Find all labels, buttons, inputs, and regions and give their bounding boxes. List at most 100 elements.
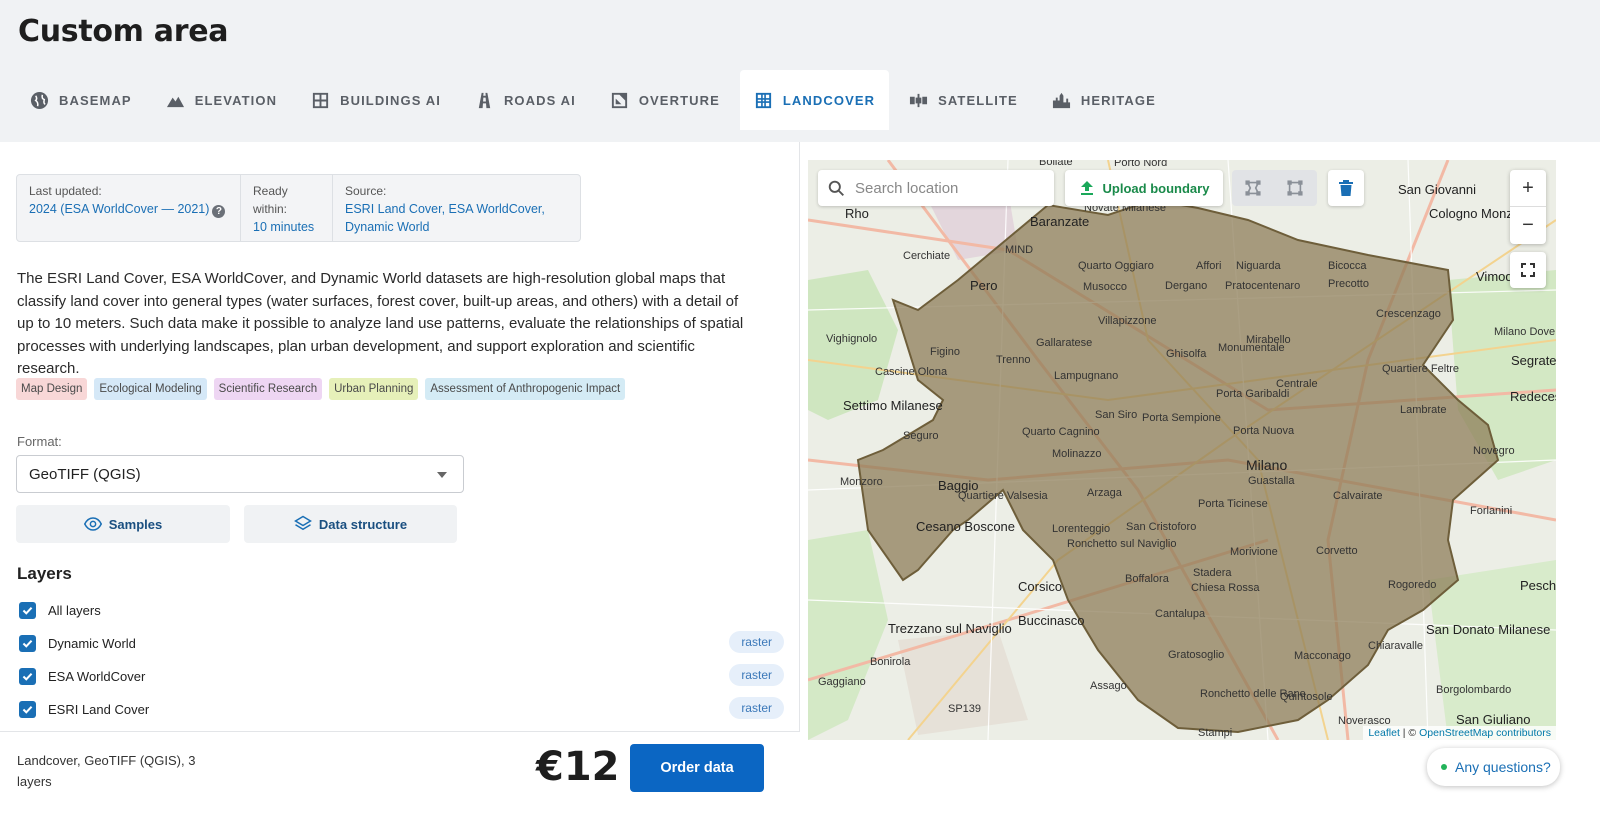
layer-name: ESA WorldCover	[48, 668, 146, 684]
online-status-dot	[1441, 764, 1447, 770]
zoom-out-button[interactable]: −	[1510, 207, 1546, 244]
tab-basemap[interactable]: BASEMAP	[16, 70, 146, 130]
check-icon	[22, 639, 33, 648]
map-label: Affori	[1196, 260, 1222, 272]
tab-label: ROADS AI	[503, 92, 576, 108]
map-label: Monzoro	[840, 476, 883, 488]
help-icon[interactable]: ?	[212, 205, 226, 218]
map-label: Seguro	[903, 430, 939, 442]
layer-checkbox[interactable]	[19, 700, 36, 718]
layer-checkbox[interactable]	[19, 667, 36, 685]
map-label: Quartiere Valsesia	[958, 490, 1048, 502]
fullscreen-icon	[1521, 263, 1535, 277]
overture-icon	[611, 92, 627, 108]
map-label: Crescenzago	[1376, 308, 1441, 320]
map-label: Porta Nuova	[1233, 425, 1295, 437]
map-label: San Donato Milanese	[1426, 622, 1551, 637]
last-updated-value: 2024 (ESA WorldCover — 2021)	[29, 202, 210, 216]
draw-polygon-button[interactable]	[1232, 170, 1274, 206]
map-label: San Giuliano	[1456, 712, 1531, 727]
map-label: Ronchetto sul Naviglio	[1067, 538, 1177, 550]
map-attribution: Leaflet | © OpenStreetMap contributors	[1363, 726, 1556, 740]
map-label: Peschiera	[1520, 578, 1556, 593]
leaflet-link[interactable]: Leaflet	[1368, 727, 1400, 739]
dataset-info-box: Last updated: 2024 (ESA WorldCover — 202…	[16, 174, 581, 242]
map-label: Gratosoglio	[1168, 649, 1225, 661]
format-select[interactable]: GeoTIFF (QGIS)	[16, 455, 464, 493]
map-label: Vighignolo	[826, 333, 878, 345]
osm-link[interactable]: OpenStreetMap contributors	[1419, 727, 1551, 739]
format-label: Format:	[17, 434, 62, 449]
source-label: Source:	[345, 184, 387, 198]
order-footer: Landcover, GeoTIFF (QGIS), 3 layers €12 …	[0, 731, 800, 815]
map-label: Ghisolfa	[1166, 348, 1207, 360]
order-data-button[interactable]: Order data	[630, 744, 764, 792]
tag: Ecological Modeling	[94, 378, 207, 400]
last-updated-label: Last updated:	[29, 184, 102, 198]
chat-button[interactable]: Any questions?	[1427, 748, 1560, 786]
map-view[interactable]: Bollate Porto Nord San Giovanni Rho Bara…	[808, 160, 1556, 740]
tag-list: Map Design Ecological Modeling Scientifi…	[16, 378, 626, 400]
tab-label: LANDCOVER	[782, 92, 876, 108]
map-label: Gallaratese	[1036, 337, 1093, 349]
ready-within: Ready within: 10 minutes	[241, 175, 333, 241]
trash-icon	[1339, 180, 1353, 196]
map-label: Porto Nord	[1114, 160, 1168, 169]
map-label: Lambrate	[1400, 404, 1447, 416]
delete-area-button[interactable]	[1328, 170, 1364, 206]
globe-icon	[30, 91, 49, 109]
ready-within-value: 10 minutes	[253, 220, 315, 234]
all-layers-checkbox[interactable]	[19, 601, 36, 619]
layer-name: All layers	[48, 602, 101, 618]
tab-elevation[interactable]: ELEVATION	[152, 70, 291, 130]
map-label: Quintosole	[1280, 691, 1333, 703]
zoom-in-button[interactable]: +	[1510, 170, 1546, 207]
map-label: Settimo Milanese	[843, 398, 943, 413]
map-label: Niguarda	[1236, 260, 1281, 272]
draw-tools	[1232, 170, 1317, 206]
layer-name: Dynamic World	[48, 635, 136, 651]
map-label: Stadera	[1193, 567, 1232, 579]
map-label: Cerchiate	[903, 250, 951, 262]
last-updated: Last updated: 2024 (ESA WorldCover — 202…	[17, 175, 241, 241]
map-label: Figino	[930, 346, 960, 358]
map-label: Corsico	[1018, 579, 1063, 594]
tab-overture[interactable]: OVERTURE	[596, 70, 734, 130]
source-value[interactable]: ESRI Land Cover, ESA WorldCover, Dynamic…	[345, 200, 559, 236]
map-label: Vimod	[1476, 269, 1513, 284]
layer-row: Dynamic World raster	[19, 630, 784, 656]
road-icon	[478, 92, 491, 108]
upload-boundary-button[interactable]: Upload boundary	[1065, 170, 1223, 206]
layer-checkbox[interactable]	[19, 634, 36, 652]
map-label: Porta Ticinese	[1198, 498, 1268, 510]
ready-within-label: Ready within:	[253, 184, 288, 216]
samples-button[interactable]: Samples	[16, 505, 230, 543]
samples-label: Samples	[108, 516, 163, 532]
order-summary: Landcover, GeoTIFF (QGIS), 3 layers	[17, 753, 196, 789]
map-label: Redecesio	[1510, 389, 1556, 404]
tab-satellite[interactable]: SATELLITE	[895, 70, 1032, 130]
map-label: Cesano Boscone	[916, 519, 1016, 534]
tag: Assessment of Anthropogenic Impact	[425, 378, 626, 400]
map-label: Porta Sempione	[1142, 412, 1221, 424]
map-label: Pratocentenaro	[1225, 280, 1301, 292]
format-value: GeoTIFF (QGIS)	[29, 465, 141, 483]
building-grid-icon	[312, 92, 329, 108]
data-structure-button[interactable]: Data structure	[244, 505, 457, 543]
tab-heritage[interactable]: HERITAGE	[1038, 70, 1170, 130]
tab-label: SATELLITE	[938, 92, 1018, 108]
draw-rectangle-button[interactable]	[1274, 170, 1316, 206]
dataset-tabs: BASEMAP ELEVATION BUILDINGS AI ROADS AI …	[16, 70, 1176, 130]
mountain-icon	[166, 96, 184, 107]
tab-roads-ai[interactable]: ROADS AI	[461, 70, 590, 130]
map-label: Precotto	[1328, 278, 1369, 290]
map-label: Bicocca	[1328, 260, 1367, 272]
map-label: Dergano	[1165, 280, 1208, 292]
tab-landcover[interactable]: LANDCOVER	[739, 70, 890, 130]
dataset-panel: Last updated: 2024 (ESA WorldCover — 202…	[0, 142, 800, 815]
map-label: Morivione	[1230, 546, 1278, 558]
layer-row: ESA WorldCover raster	[19, 663, 784, 689]
search-input[interactable]	[855, 179, 1045, 197]
fullscreen-button[interactable]	[1510, 252, 1546, 288]
tab-buildings-ai[interactable]: BUILDINGS AI	[297, 70, 455, 130]
